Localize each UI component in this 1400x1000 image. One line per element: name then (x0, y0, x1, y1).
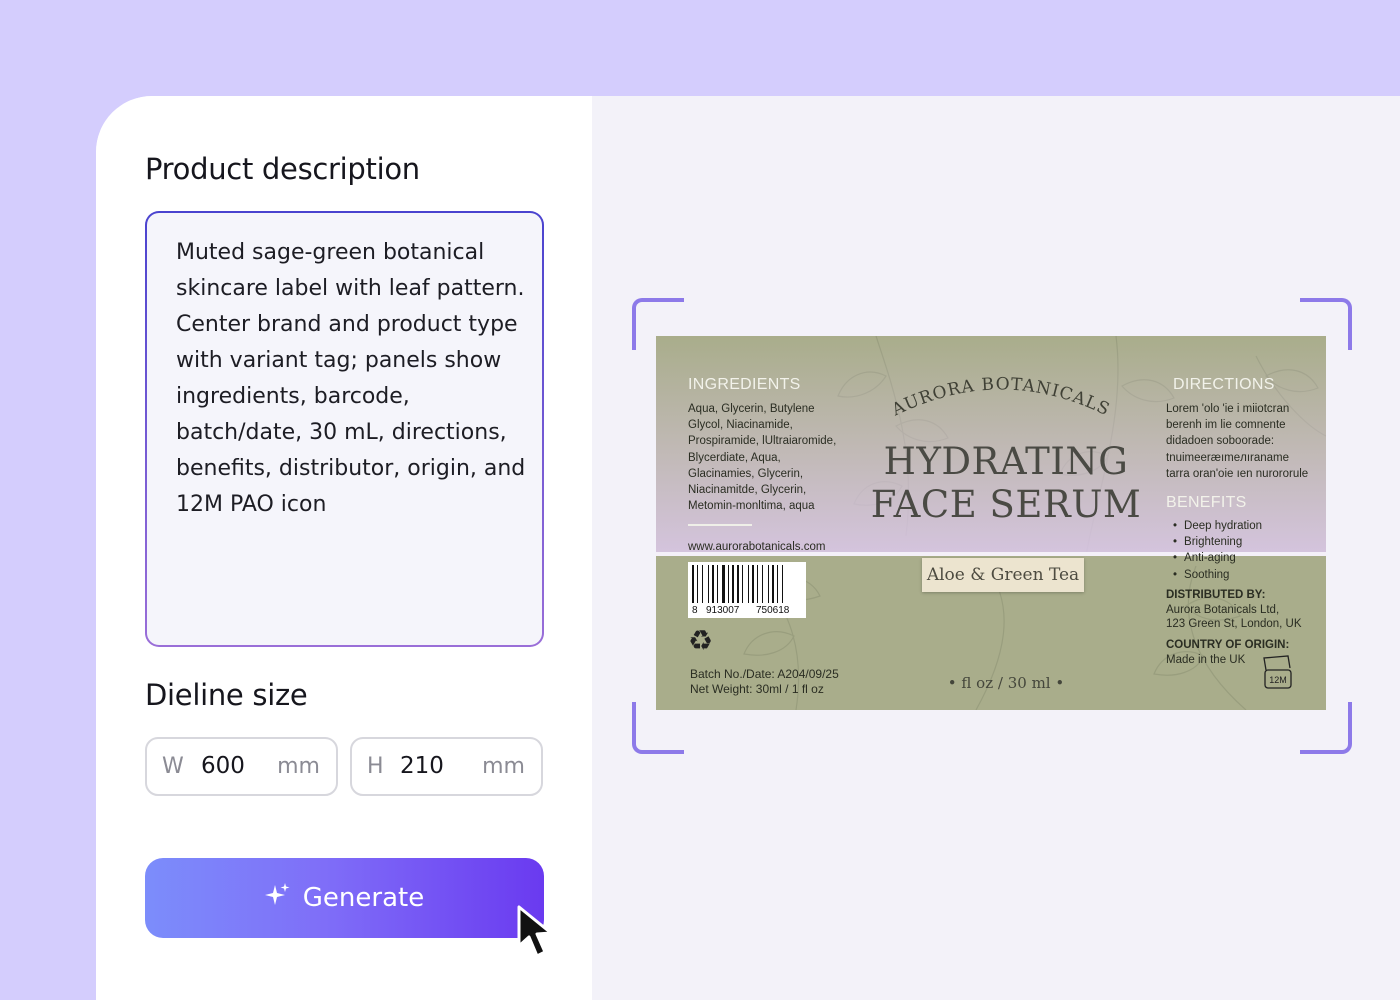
product-description-input[interactable]: Muted sage-green botanical skincare labe… (145, 211, 544, 647)
directions-text: Lorem 'olo 'ie i miiotcran berenh im lie… (1166, 403, 1309, 480)
height-prefix: H (367, 754, 384, 779)
ingredients-divider (688, 524, 752, 526)
product-title-line1: HYDRATING (883, 440, 1129, 483)
generate-label: Generate (302, 883, 425, 913)
list-item: Brightening (1173, 534, 1262, 550)
list-item: Anti-aging (1173, 550, 1262, 566)
volume-text: • fl oz / 30 ml • (947, 674, 1065, 692)
height-field[interactable]: H 210 mm (350, 737, 543, 796)
width-unit: mm (277, 754, 320, 779)
product-title: HYDRATING FACE SERUM (856, 440, 1156, 526)
mouse-cursor-icon (516, 904, 566, 966)
recycle-icon: ♻ (688, 625, 714, 656)
height-unit: mm (482, 754, 525, 779)
dieline-size-title: Dieline size (145, 678, 308, 712)
net-weight-text: Net Weight: 30ml / 1 fl oz (690, 681, 824, 696)
pao-jar-icon: 12M (1263, 655, 1292, 689)
website-text: www.aurorabotanicals.com (688, 541, 826, 553)
sparkle-icon (264, 882, 291, 914)
product-description-title: Product description (145, 152, 420, 186)
directions-heading: DIRECTIONS (1173, 376, 1275, 393)
width-prefix: W (162, 754, 184, 779)
width-field[interactable]: W 600 mm (145, 737, 338, 796)
app-window: Product description Muted sage-green bot… (96, 96, 1400, 1000)
batch-info: Batch No./Date: A204/09/25 Net Weight: 3… (690, 667, 890, 696)
label-preview[interactable]: INGREDIENTS Aqua, Glycerin, Butylene Gly… (656, 336, 1326, 710)
benefits-list: Deep hydration Brightening Anti-aging So… (1173, 518, 1262, 583)
svg-text:8: 8 (692, 605, 698, 616)
barcode: 8 913007 750618 (688, 562, 806, 618)
product-title-line2: FACE SERUM (870, 483, 1142, 526)
list-item: Deep hydration (1173, 518, 1262, 534)
benefits-heading: BENEFITS (1166, 494, 1247, 511)
brand-name: • AURORA BOTANICALS • (881, 356, 1119, 423)
svg-text:750618: 750618 (756, 605, 790, 616)
ingredients-list: Aqua, Glycerin, Butylene Glycol, Niacina… (688, 403, 837, 513)
batch-text: Batch No./Date: A204/09/25 (690, 667, 839, 681)
generate-button[interactable]: Generate (145, 858, 544, 938)
svg-text:12M: 12M (1269, 675, 1287, 685)
list-item: Soothing (1173, 567, 1262, 583)
svg-text:• AURORA BOTANICALS •: • AURORA BOTANICALS • (881, 356, 1119, 423)
height-value[interactable]: 210 (400, 753, 444, 779)
svg-text:913007: 913007 (706, 605, 740, 616)
variant-tag: Aloe & Green Tea (922, 558, 1084, 592)
product-description-text[interactable]: Muted sage-green botanical skincare labe… (176, 235, 528, 523)
ingredients-heading: INGREDIENTS (688, 376, 801, 393)
distributor-heading: DISTRIBUTED BY: (1166, 589, 1266, 601)
settings-panel: Product description Muted sage-green bot… (96, 96, 592, 1000)
distributor-info: DISTRIBUTED BY: Aurora Botanicals Ltd, 1… (1166, 589, 1302, 630)
origin-heading: COUNTRY OF ORIGIN: (1166, 639, 1290, 651)
barcode-bars: 8 913007 750618 (692, 565, 790, 616)
width-value[interactable]: 600 (201, 753, 245, 779)
